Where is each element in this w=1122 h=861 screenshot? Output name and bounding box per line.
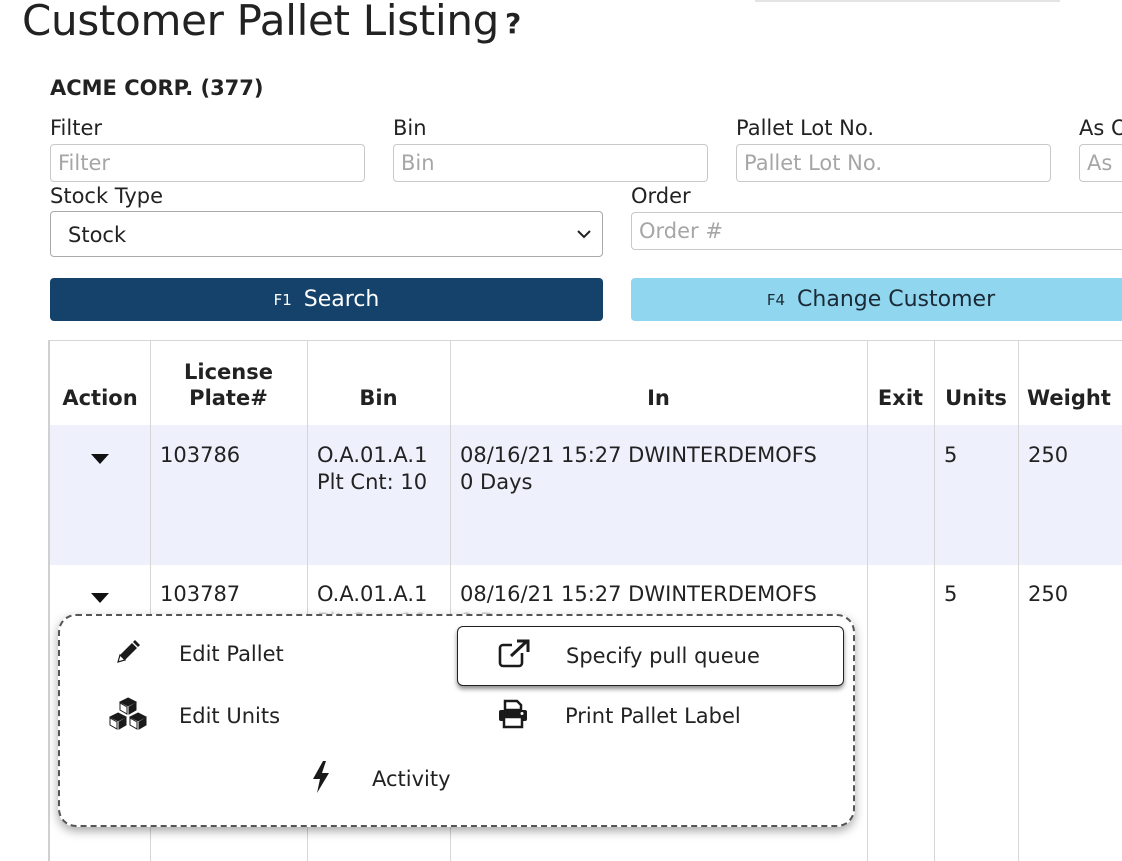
pallet-lot-input[interactable] [736,144,1051,182]
in-days: 0 Days [460,470,533,494]
stock-type-select[interactable]: Stock [50,211,603,257]
column-header-bin[interactable]: Bin [307,341,450,425]
edit-units-label: Edit Units [179,704,281,728]
column-header-units[interactable]: Units [934,341,1018,425]
page-title: Customer Pallet Listing? [22,0,521,45]
column-header-license-plate[interactable]: License Plate# [150,341,307,425]
order-input[interactable] [631,212,1122,250]
bin-location: O.A.01.A.1 [317,582,428,606]
customer-name: ACME CORP. (377) [50,76,264,100]
printer-icon [497,699,529,733]
top-divider [755,0,1060,2]
in-timestamp-user: 08/16/21 15:27 DWINTERDEMOFS [460,582,817,606]
filter-input[interactable] [50,144,365,182]
column-header-weight[interactable]: Weight [1018,341,1122,425]
activity-menu-item[interactable]: Activity [250,750,550,808]
as-of-input[interactable] [1079,144,1122,182]
search-shortcut-key: F1 [273,290,292,309]
license-plate-cell: 103786 [160,443,241,467]
search-button-label: Search [303,287,380,312]
external-link-icon [497,639,531,673]
bin-location: O.A.01.A.1 [317,443,428,467]
in-timestamp-user: 08/16/21 15:27 DWINTERDEMOFS [460,443,817,467]
units-cell: 5 [944,582,958,606]
column-header-in[interactable]: In [450,341,867,425]
print-pallet-label-menu-item[interactable]: Print Pallet Label [457,687,842,745]
row-action-toggle-icon[interactable] [91,593,109,603]
print-pallet-label-label: Print Pallet Label [565,704,741,728]
bin-label: Bin [393,116,427,140]
bolt-icon [310,760,332,798]
row-action-menu: Edit Pallet Specify pull queue Edit Unit… [58,614,855,827]
cubes-icon [107,696,149,736]
units-cell: 5 [944,443,958,467]
specify-pull-queue-menu-item[interactable]: Specify pull queue [457,626,844,686]
help-icon[interactable]: ? [505,7,521,40]
weight-cell: 250 [1028,443,1069,467]
change-customer-shortcut-key: F4 [766,290,786,309]
as-of-label: As O [1079,116,1122,140]
change-customer-button[interactable]: F4 Change Customer [631,278,1122,321]
bin-cell: O.A.01.A.1 Plt Cnt: 10 [317,442,427,496]
stock-type-label: Stock Type [50,184,164,208]
column-header-action[interactable]: Action [50,341,150,425]
edit-pallet-menu-item[interactable]: Edit Pallet [60,625,440,683]
pencil-icon [113,637,143,671]
in-cell: 08/16/21 15:27 DWINTERDEMOFS 0 Days [460,442,817,496]
filter-label: Filter [50,116,103,140]
column-header-license-plate-text: License Plate# [184,360,273,410]
order-label: Order [631,184,691,208]
activity-label: Activity [372,767,451,791]
bin-input[interactable] [393,144,708,182]
edit-units-menu-item[interactable]: Edit Units [60,687,440,745]
pallet-count: Plt Cnt: 10 [317,470,428,494]
search-button[interactable]: F1 Search [50,278,603,321]
license-plate-cell: 103787 [160,582,241,606]
change-customer-button-label: Change Customer [797,287,996,312]
specify-pull-queue-label: Specify pull queue [566,644,760,668]
column-header-exit[interactable]: Exit [867,341,934,425]
weight-cell: 250 [1028,582,1069,606]
row-action-toggle-icon[interactable] [91,454,109,464]
page-title-text: Customer Pallet Listing [22,0,500,45]
chevron-down-icon [577,230,591,239]
pallet-lot-label: Pallet Lot No. [736,116,875,140]
edit-pallet-label: Edit Pallet [179,642,284,666]
stock-type-value: Stock [68,223,127,247]
